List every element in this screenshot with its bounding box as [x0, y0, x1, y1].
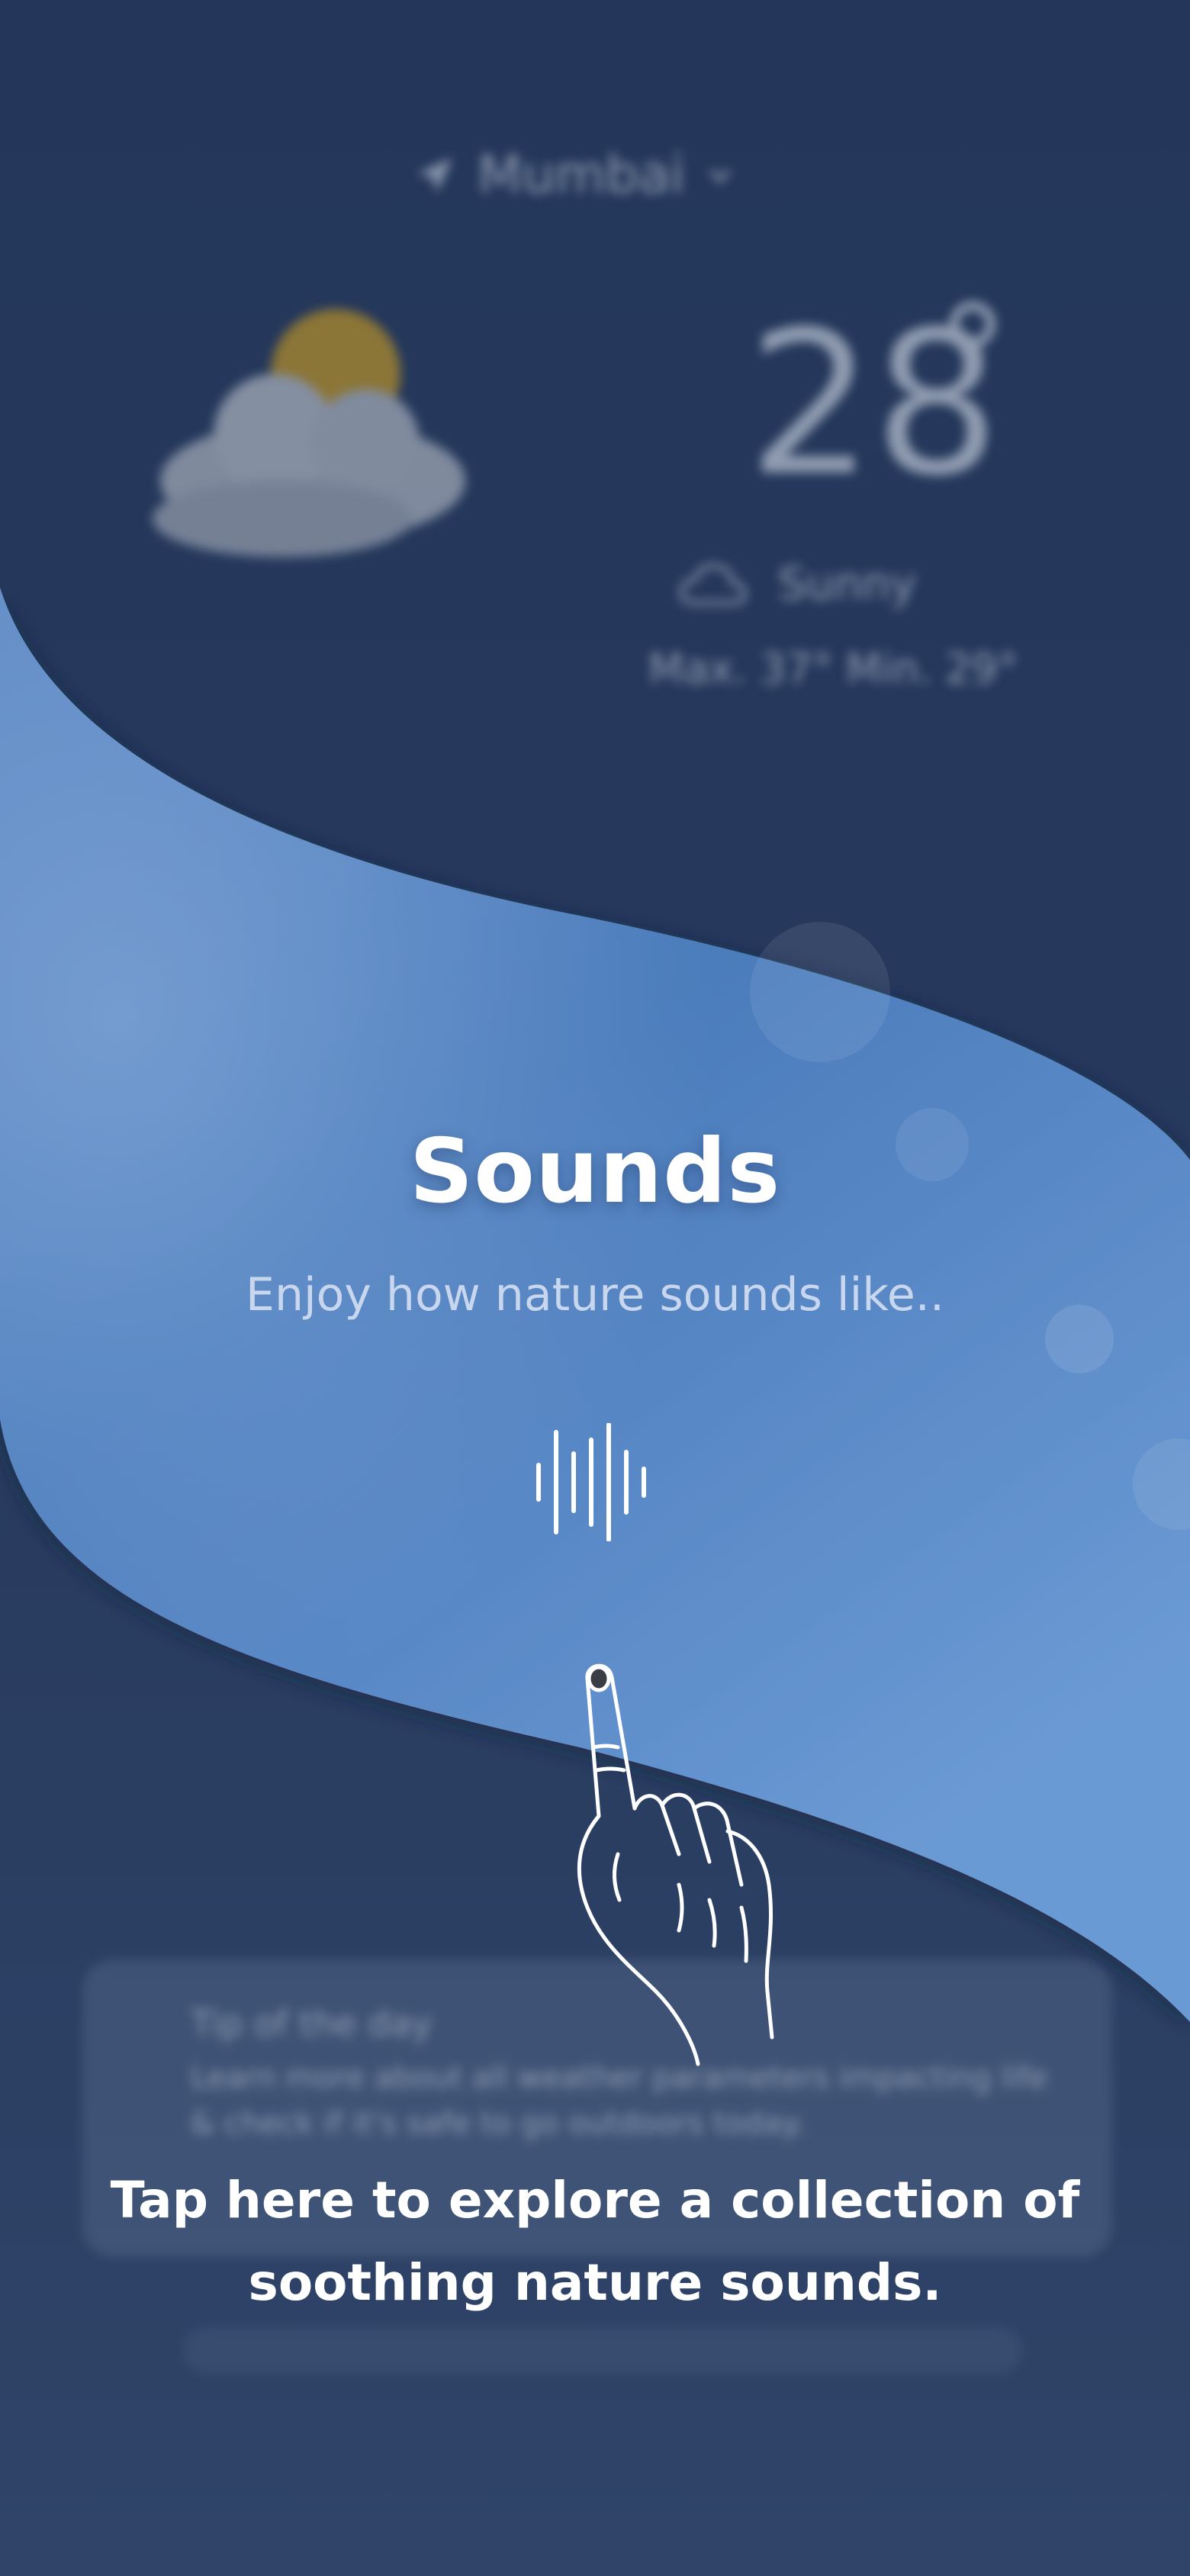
tap-hand-icon [577, 1663, 774, 2066]
tap-instruction[interactable]: Tap here to explore a collection of soot… [76, 2159, 1114, 2324]
feature-subtitle: Enjoy how nature sounds like.. [246, 1268, 944, 1322]
onboarding-screen: Mumbai 28 Sunny Max. 37° Min. 29° Tip of… [0, 0, 1190, 2576]
feature-title: Sounds [409, 1120, 781, 1223]
sound-wave-icon[interactable] [534, 1423, 656, 1541]
